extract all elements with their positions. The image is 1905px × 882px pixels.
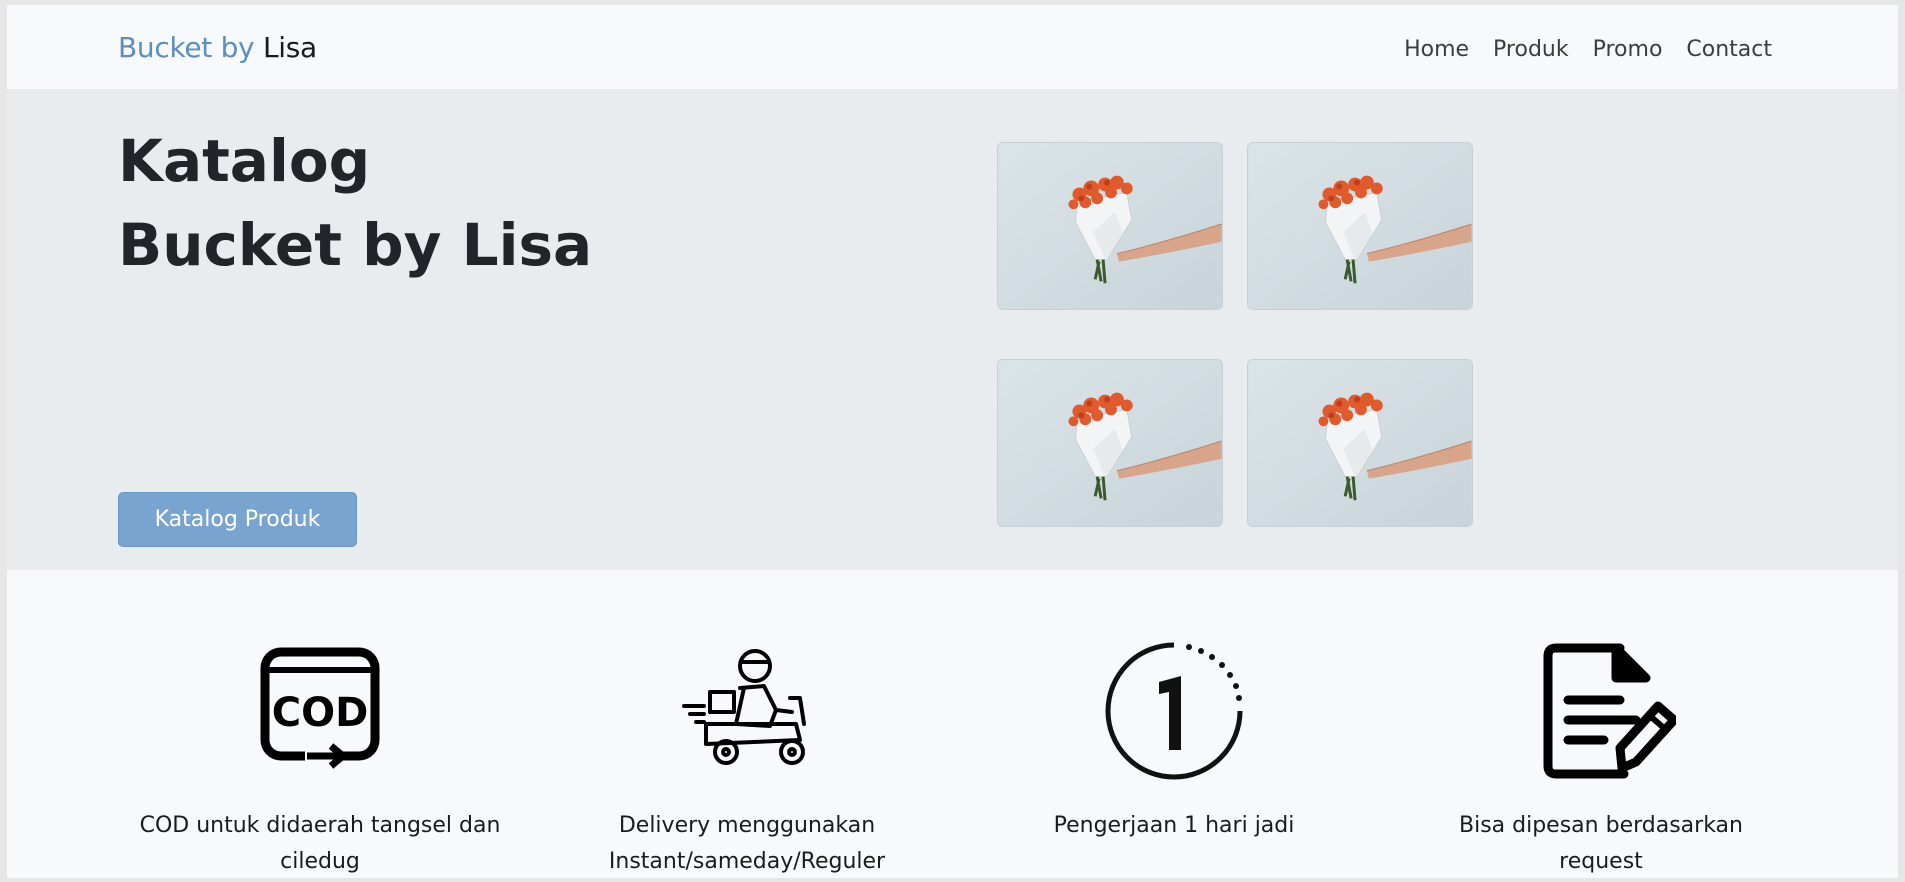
nav-link-home[interactable]: Home (1404, 37, 1469, 62)
feature-text: Delivery menggunakan Instant/sameday/Reg… (608, 813, 886, 874)
feature-text: Pengerjaan 1 hari jadi (1053, 813, 1295, 838)
product-thumbnail[interactable] (997, 142, 1223, 310)
nav-link-contact[interactable]: Contact (1686, 37, 1772, 62)
navbar: Bucket by Lisa Home Produk Promo Contact (7, 5, 1898, 89)
document-edit-icon (1526, 640, 1679, 780)
browser-viewport: Bucket by Lisa Home Produk Promo Contact… (7, 5, 1898, 878)
delivery-scooter-icon (672, 640, 822, 780)
feature-text: Bisa dipesan berdasarkan request (1459, 813, 1743, 874)
brand-text-primary: Bucket by (118, 31, 255, 64)
brand-text-secondary: Lisa (262, 31, 317, 64)
features-section: COD COD untuk didaerah tangsel dan ciled… (7, 570, 1898, 878)
nav-link-promo[interactable]: Promo (1593, 37, 1663, 62)
hero-title: Katalog Bucket by Lisa (118, 119, 592, 287)
product-thumbnail[interactable] (1247, 142, 1473, 310)
nav-links: Home Produk Promo Contact (1404, 37, 1772, 62)
svg-text:COD: COD (272, 690, 369, 736)
nav-link-produk[interactable]: Produk (1493, 37, 1569, 62)
katalog-produk-button[interactable]: Katalog Produk (118, 492, 357, 547)
brand-logo-link[interactable]: Bucket by Lisa (118, 31, 317, 64)
cod-icon: COD (245, 640, 395, 780)
feature-text: COD untuk didaerah tangsel dan ciledug (139, 813, 501, 874)
one-day-icon (1099, 640, 1249, 780)
product-thumbnail[interactable] (1247, 359, 1473, 527)
hero-section: Katalog Bucket by Lisa Katalog Produk (7, 89, 1898, 570)
hero-title-line2: Bucket by Lisa (118, 211, 593, 279)
hero-title-line1: Katalog (118, 127, 371, 195)
product-thumbnail[interactable] (997, 359, 1223, 527)
